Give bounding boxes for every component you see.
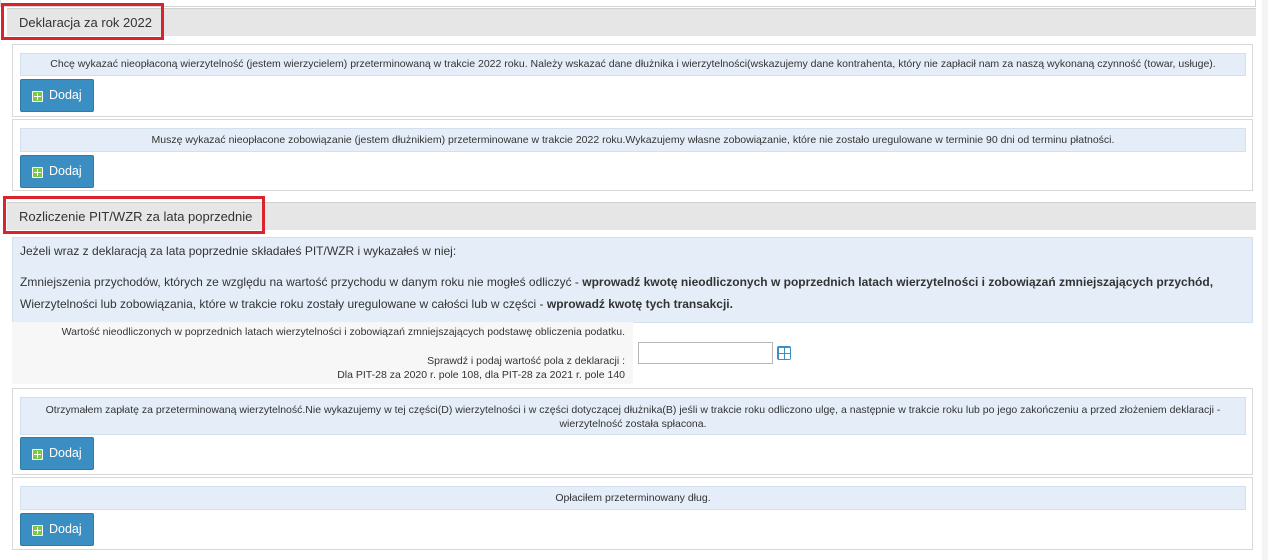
add-received-button[interactable]: Dodaj <box>20 437 94 470</box>
pit-info-line3: Wierzytelności lub zobowiązania, które w… <box>20 297 733 311</box>
add-creditor-button[interactable]: Dodaj <box>20 79 94 112</box>
field-label: Wartość nieodliczonych w poprzednich lat… <box>61 326 625 338</box>
add-paid-button[interactable]: Dodaj <box>20 513 94 546</box>
received-info-line2: wierzytelność została spłacona. <box>559 418 707 430</box>
pit-info-line2-text: Zmniejszenia przychodów, których ze wzgl… <box>20 275 583 289</box>
highlight-box <box>1 3 164 40</box>
add-debtor-button[interactable]: Dodaj <box>20 155 94 188</box>
paid-panel: Opłaciłem przeterminowany dług. Dodaj <box>12 477 1253 550</box>
pit-info-line3-bold: wprowadź kwotę tych transakcji. <box>546 297 733 311</box>
button-label: Dodaj <box>49 164 82 178</box>
field-hint-2: Dla PIT-28 za 2020 r. pole 108, dla PIT-… <box>337 369 625 381</box>
pit-info-line1: Jeżeli wraz z deklaracją za lata poprzed… <box>20 244 457 258</box>
plus-icon <box>32 525 43 536</box>
received-info: Otrzymałem zapłatę za przeterminowaną wi… <box>20 397 1246 435</box>
button-label: Dodaj <box>49 446 82 460</box>
plus-icon <box>32 91 43 102</box>
calculator-icon[interactable] <box>777 346 791 360</box>
field-label-area: Wartość nieodliczonych w poprzednich lat… <box>12 322 633 384</box>
received-panel: Otrzymałem zapłatę za przeterminowaną wi… <box>12 388 1253 475</box>
amount-input[interactable] <box>638 342 773 364</box>
scrollbar[interactable] <box>1262 0 1268 560</box>
pit-info-line3-text: Wierzytelności lub zobowiązania, które w… <box>20 297 547 311</box>
field-hint-1: Sprawdź i podaj wartość pola z deklaracj… <box>427 355 625 367</box>
plus-icon <box>32 449 43 460</box>
top-panel-edge <box>0 0 1256 7</box>
button-label: Dodaj <box>49 522 82 536</box>
highlight-box <box>3 196 265 234</box>
creditor-panel: Chcę wykazać nieopłaconą wierzytelność (… <box>12 44 1253 117</box>
button-label: Dodaj <box>49 88 82 102</box>
plus-icon <box>32 167 43 178</box>
pit-info: Jeżeli wraz z deklaracją za lata poprzed… <box>12 237 1253 323</box>
pit-info-line2: Zmniejszenia przychodów, których ze wzgl… <box>20 275 1213 289</box>
paid-info: Opłaciłem przeterminowany dług. <box>20 486 1246 510</box>
debtor-panel: Muszę wykazać nieopłacone zobowiązanie (… <box>12 119 1253 191</box>
section-header-declaration: Deklaracja za rok 2022 <box>7 8 1256 36</box>
received-info-line1: Otrzymałem zapłatę za przeterminowaną wi… <box>45 404 1221 416</box>
creditor-info: Chcę wykazać nieopłaconą wierzytelność (… <box>20 53 1246 76</box>
pit-info-line2-bold: wprowadź kwotę nieodliczonych w poprzedn… <box>582 275 1214 289</box>
debtor-info: Muszę wykazać nieopłacone zobowiązanie (… <box>20 128 1246 152</box>
